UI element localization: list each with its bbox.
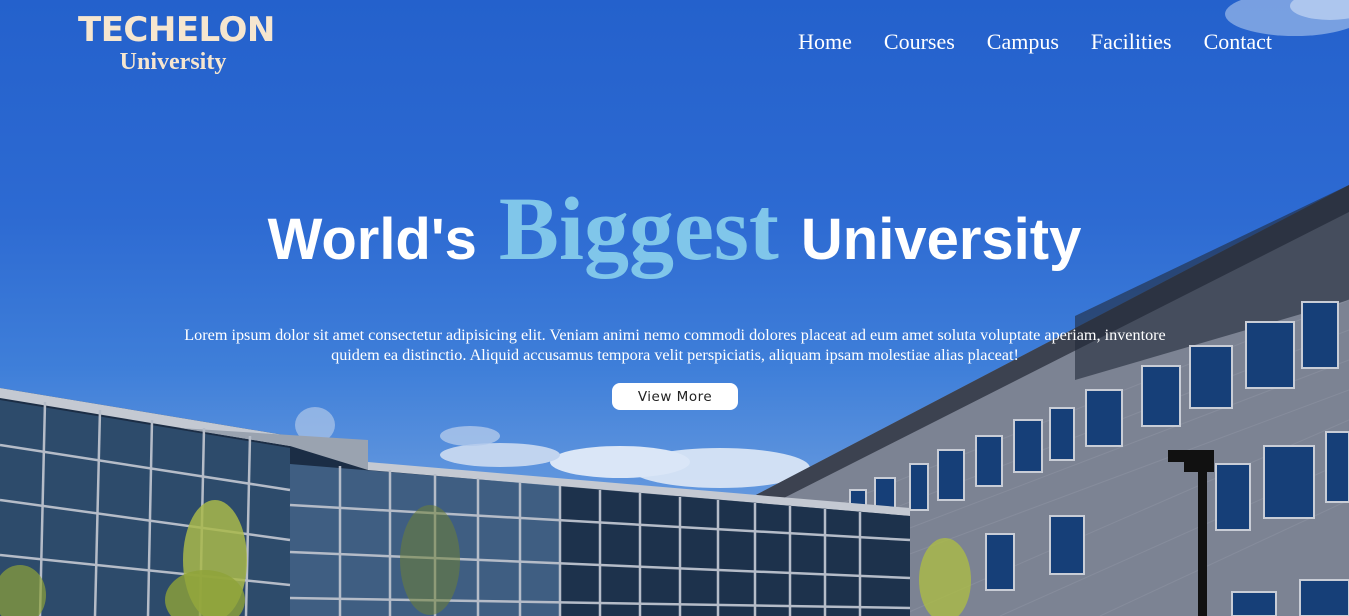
nav-link-contact[interactable]: Contact: [1204, 28, 1272, 56]
hero-background-image: [0, 0, 1349, 616]
hero-heading-word-3: University: [800, 207, 1082, 272]
hero-heading: World's Biggest University: [0, 178, 1349, 281]
nav-link-home[interactable]: Home: [798, 28, 852, 56]
nav-link-courses[interactable]: Courses: [884, 28, 955, 56]
hero-heading-word-1: World's: [267, 207, 477, 272]
main-navigation: Home Courses Campus Facilities Contact: [798, 28, 1272, 56]
logo-wordmark: TECHELON: [78, 10, 275, 50]
hero-heading-highlight: Biggest: [498, 180, 779, 279]
nav-link-facilities[interactable]: Facilities: [1091, 28, 1172, 56]
site-logo[interactable]: TECHELON University: [78, 10, 275, 76]
view-more-button[interactable]: View More: [612, 383, 738, 410]
logo-subtitle: University: [119, 49, 227, 75]
hero-description: Lorem ipsum dolor sit amet consectetur a…: [184, 326, 1166, 364]
nav-link-campus[interactable]: Campus: [987, 28, 1059, 56]
campus-building-illustration: [0, 0, 1349, 616]
